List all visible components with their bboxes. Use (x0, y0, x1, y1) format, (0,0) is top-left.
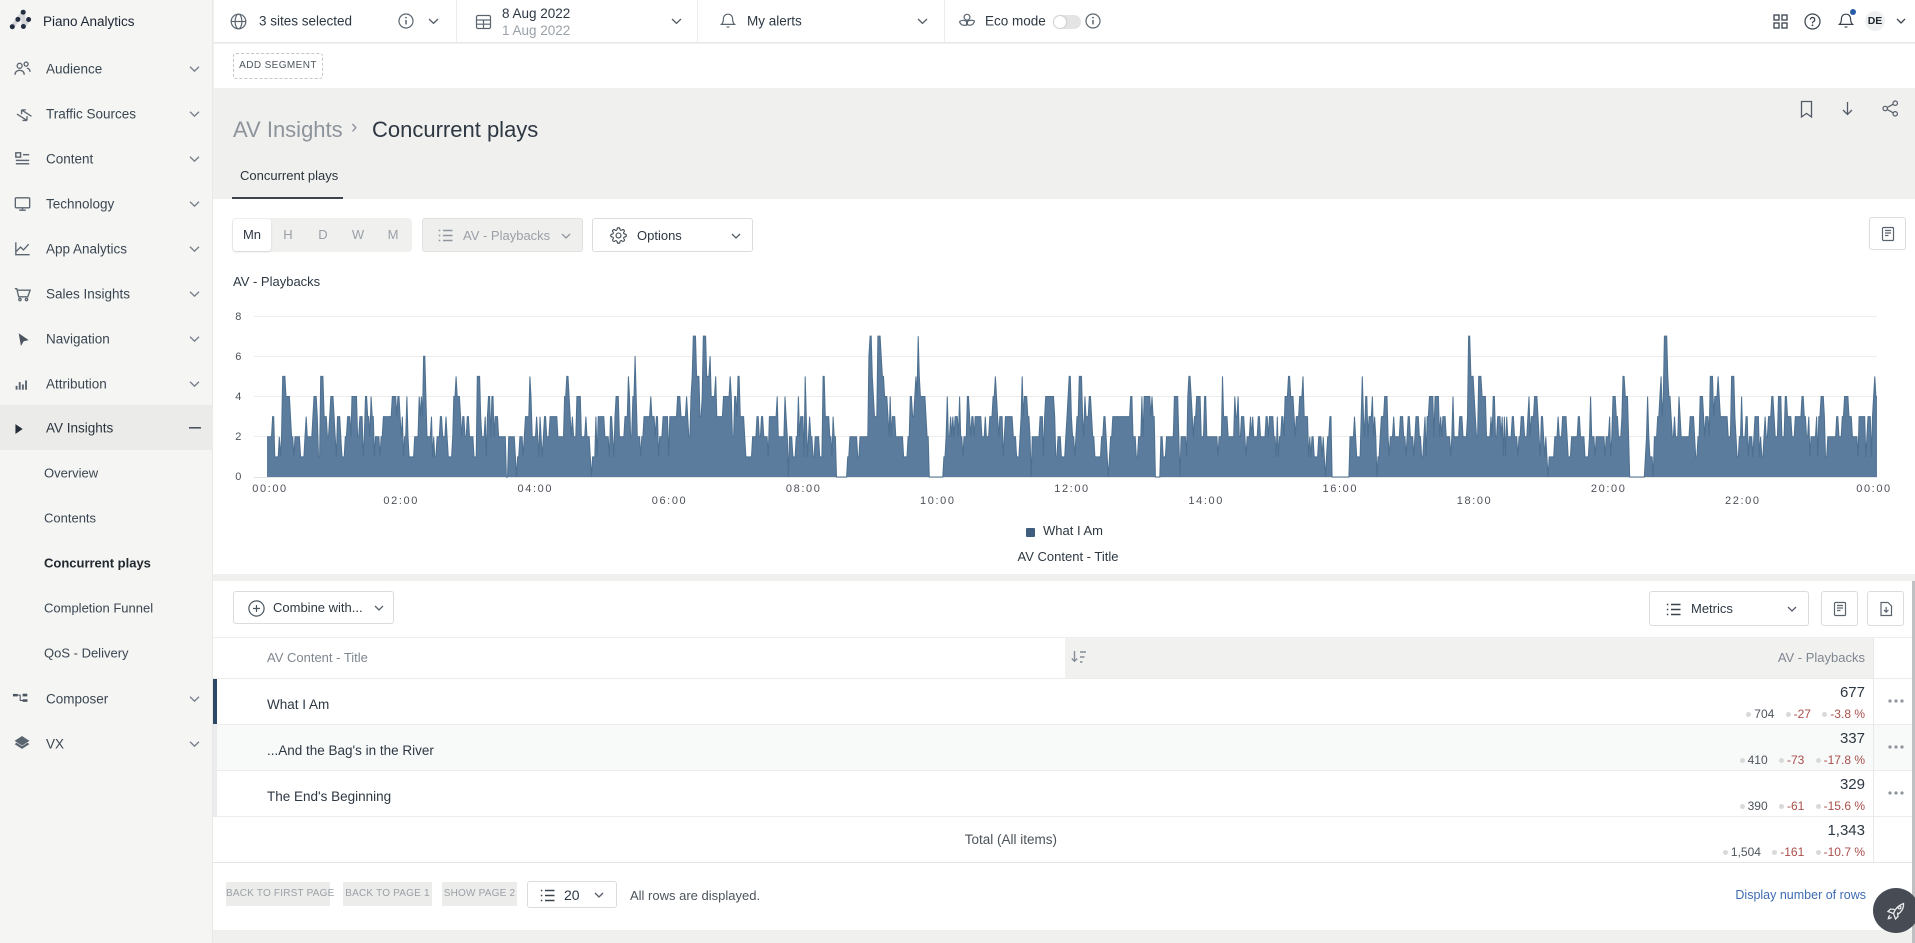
svg-text:8: 8 (235, 311, 243, 323)
svg-text:0: 0 (235, 471, 243, 483)
svg-text:2: 2 (235, 431, 243, 443)
svg-text:16:00: 16:00 (1323, 483, 1359, 495)
svg-text:04:00: 04:00 (518, 483, 554, 495)
svg-text:10:00: 10:00 (920, 495, 956, 507)
svg-text:02:00: 02:00 (383, 495, 419, 507)
svg-text:4: 4 (235, 391, 243, 403)
svg-text:06:00: 06:00 (652, 495, 688, 507)
svg-text:14:00: 14:00 (1188, 495, 1224, 507)
svg-text:6: 6 (235, 351, 243, 363)
svg-text:20:00: 20:00 (1591, 483, 1627, 495)
svg-text:08:00: 08:00 (786, 483, 822, 495)
svg-text:00:00: 00:00 (252, 483, 288, 495)
svg-text:12:00: 12:00 (1054, 483, 1090, 495)
svg-text:00:00: 00:00 (1856, 483, 1892, 495)
svg-text:22:00: 22:00 (1725, 495, 1761, 507)
svg-text:18:00: 18:00 (1457, 495, 1493, 507)
